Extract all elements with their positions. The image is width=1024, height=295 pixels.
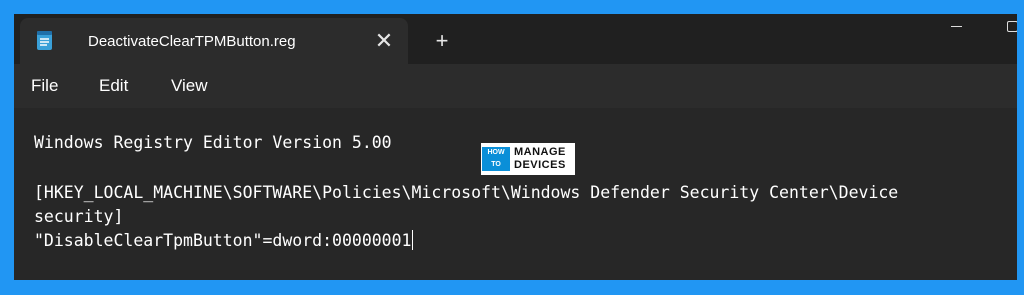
- tab-active-file[interactable]: DeactivateClearTPMButton.reg ✕: [20, 18, 408, 64]
- new-tab-plus-icon[interactable]: +: [428, 28, 456, 56]
- notepad-window: DeactivateClearTPMButton.reg ✕ + File Ed…: [14, 14, 1017, 280]
- minimize-button[interactable]: [937, 14, 977, 40]
- text-cursor: [411, 230, 413, 250]
- menu-bar: File Edit View: [14, 64, 1017, 108]
- editor-line: Windows Registry Editor Version 5.00: [34, 133, 392, 152]
- tab-bar: DeactivateClearTPMButton.reg ✕ +: [14, 14, 1017, 64]
- menu-view[interactable]: View: [171, 76, 208, 96]
- watermark-logo: HOW TO MANAGE DEVICES: [481, 143, 575, 175]
- tab-title: DeactivateClearTPMButton.reg: [88, 33, 296, 50]
- maximize-button[interactable]: [999, 14, 1017, 40]
- editor-line: [HKEY_LOCAL_MACHINE\SOFTWARE\Policies\Mi…: [34, 183, 899, 202]
- menu-edit[interactable]: Edit: [99, 76, 128, 96]
- editor-line-current: "DisableClearTpmButton"=dword:00000001: [34, 230, 413, 252]
- logo-badge-line2: TO: [491, 161, 501, 168]
- logo-word-manage: MANAGE: [514, 146, 566, 158]
- close-tab-icon[interactable]: ✕: [370, 27, 398, 55]
- logo-badge: HOW TO: [482, 147, 510, 171]
- text-editor-area[interactable]: Windows Registry Editor Version 5.00 [HK…: [14, 108, 1017, 280]
- menu-file[interactable]: File: [31, 76, 58, 96]
- editor-line: security]: [34, 207, 124, 226]
- logo-word-devices: DEVICES: [514, 159, 566, 171]
- notepad-icon: [37, 31, 52, 50]
- editor-line-text: "DisableClearTpmButton"=dword:00000001: [34, 231, 412, 250]
- logo-badge-line1: HOW: [487, 149, 505, 156]
